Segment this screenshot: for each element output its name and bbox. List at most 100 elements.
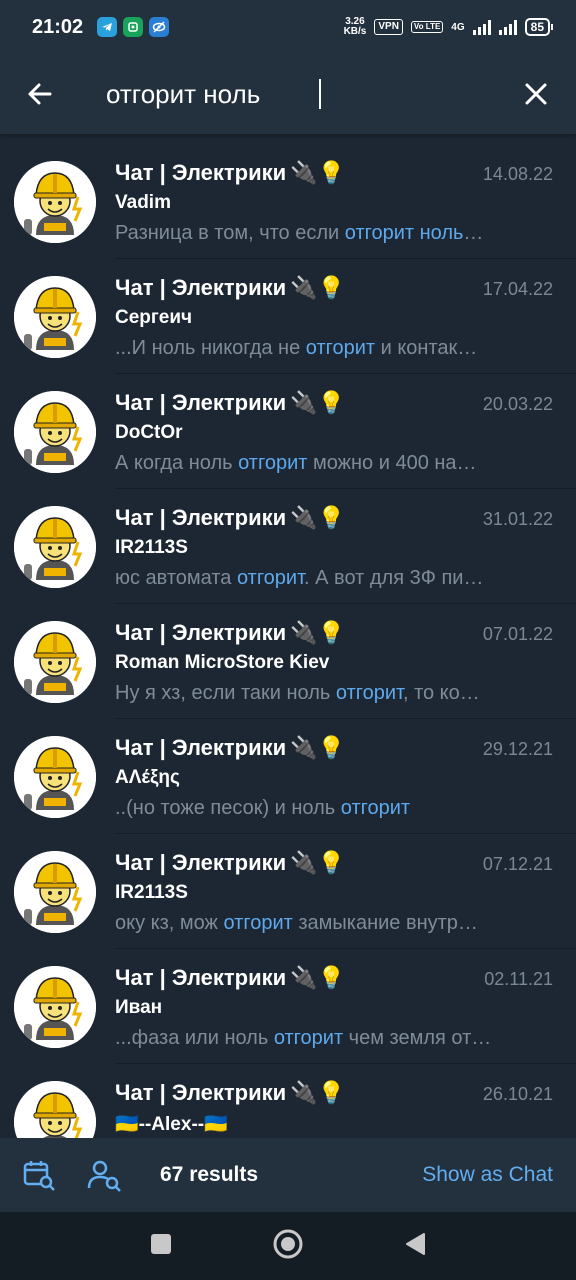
chat-title: Чат | Электрики 🔌💡 <box>115 620 345 646</box>
snippet-highlight: отгорит <box>305 337 376 359</box>
chat-avatar <box>14 621 96 703</box>
snippet-text-after: можно и 400 на… <box>307 452 477 474</box>
message-sender: Иван <box>115 997 163 1018</box>
message-sender: Vadim <box>115 192 171 213</box>
chat-emoji: 🔌💡 <box>290 275 345 300</box>
snippet-highlight: отгорит <box>340 797 411 819</box>
electrician-avatar-icon <box>14 161 96 243</box>
message-date: 20.03.22 <box>482 394 553 414</box>
message-date: 29.12.21 <box>482 739 553 759</box>
square-icon <box>151 1233 171 1254</box>
result-body: Чат | Электрики 🔌💡 26.10.21 🇺🇦--Alex--🇺🇦 <box>115 1064 576 1138</box>
snippet-text: ..(но тоже песок) и ноль <box>115 797 341 819</box>
telegram-icon <box>97 17 118 37</box>
chat-emoji: 🔌💡 <box>290 965 345 990</box>
result-body: Чат | Электрики 🔌💡 20.03.22 DoCtOr А когд… <box>115 374 576 489</box>
back-button[interactable] <box>0 54 80 134</box>
calendar-search-icon <box>23 1161 55 1191</box>
message-snippet: Ну я хз, если таки ноль отгорит, то ко… <box>115 682 535 705</box>
back-nav-button[interactable] <box>404 1232 426 1261</box>
recents-button[interactable] <box>150 1233 172 1260</box>
message-snippet: ..(но тоже песок) и ноль отгорит <box>115 797 535 820</box>
search-result-item[interactable]: Чат | Электрики 🔌💡 07.12.21 IR2113S оку к… <box>0 834 576 949</box>
search-result-item[interactable]: Чат | Электрики 🔌💡 26.10.21 🇺🇦--Alex--🇺🇦 <box>0 1064 576 1138</box>
chat-avatar <box>14 851 96 933</box>
chat-emoji: 🔌💡 <box>290 620 345 645</box>
electrician-avatar-icon <box>14 276 96 358</box>
result-body: Чат | Электрики 🔌💡 02.11.21 Иван ...фаза … <box>115 949 576 1064</box>
message-date: 07.12.21 <box>482 854 553 874</box>
search-result-item[interactable]: Чат | Электрики 🔌💡 20.03.22 DoCtOr А когд… <box>0 374 576 489</box>
search-header <box>0 54 576 134</box>
message-sender: DoCtOr <box>115 422 183 443</box>
speed-unit: KB/s <box>343 26 367 37</box>
snippet-text-after: и контак… <box>375 337 478 359</box>
search-result-item[interactable]: Чат | Электрики 🔌💡 14.08.22 Vadim Разница… <box>0 144 576 259</box>
snippet-highlight: отгорит <box>335 682 403 704</box>
chat-avatar <box>14 1081 96 1138</box>
snippet-text: ...И ноль никогда не <box>115 337 306 359</box>
result-body: Чат | Электрики 🔌💡 07.01.22 Roman MicroSt… <box>115 604 576 719</box>
search-result-item[interactable]: Чат | Электрики 🔌💡 02.11.21 Иван ...фаза … <box>0 949 576 1064</box>
search-results-list[interactable]: Чат | Электрики 🔌💡 14.08.22 Vadim Разница… <box>0 144 576 1138</box>
message-snippet: Разница в том, что если отгорит ноль… <box>115 222 535 245</box>
calendar-search-button[interactable] <box>20 1156 58 1194</box>
show-as-chat-button[interactable]: Show as Chat <box>422 1163 553 1187</box>
chat-avatar <box>14 736 96 818</box>
message-sender: Сергеич <box>115 307 193 328</box>
message-date: 17.04.22 <box>482 279 553 299</box>
status-bar: 21:02 3.26 KB/s VPN Vo LTE 4G 85 <box>0 0 576 54</box>
chat-title: Чат | Электрики 🔌💡 <box>115 275 345 301</box>
message-date: 14.08.22 <box>482 164 553 184</box>
message-snippet: ...фаза или ноль отгорит чем земля от… <box>115 1027 535 1050</box>
snippet-highlight: отгорит <box>273 1027 344 1049</box>
electrician-avatar-icon <box>14 391 96 473</box>
snippet-text-after: . А вот для 3Ф пи… <box>304 567 484 589</box>
search-input[interactable] <box>106 78 320 110</box>
chat-title: Чат | Электрики 🔌💡 <box>115 1080 345 1106</box>
chat-name: Чат | Электрики <box>115 505 287 530</box>
system-nav-bar <box>0 1212 576 1280</box>
snippet-text: А когда ноль <box>115 452 239 474</box>
electrician-avatar-icon <box>14 506 96 588</box>
chat-name: Чат | Электрики <box>115 275 287 300</box>
chat-emoji: 🔌💡 <box>290 735 345 760</box>
chat-name: Чат | Электрики <box>115 965 287 990</box>
circle-home-icon <box>273 1229 303 1258</box>
chat-emoji: 🔌💡 <box>290 390 345 415</box>
snippet-highlight: отгорит ноль <box>344 222 464 244</box>
user-search-button[interactable] <box>86 1156 124 1194</box>
search-result-item[interactable]: Чат | Электрики 🔌💡 07.01.22 Roman MicroSt… <box>0 604 576 719</box>
chat-title: Чат | Электрики 🔌💡 <box>115 965 345 991</box>
chat-emoji: 🔌💡 <box>290 505 345 530</box>
search-result-item[interactable]: Чат | Электрики 🔌💡 31.01.22 IR2113S юс ав… <box>0 489 576 604</box>
snippet-text: Разница в том, что если <box>115 222 345 244</box>
chat-title: Чат | Электрики 🔌💡 <box>115 735 345 761</box>
triangle-back-icon <box>406 1232 425 1255</box>
result-body: Чат | Электрики 🔌💡 17.04.22 Сергеич ...И … <box>115 259 576 374</box>
electrician-avatar-icon <box>14 851 96 933</box>
text-caret <box>319 79 321 109</box>
vpn-badge: VPN <box>374 19 403 35</box>
chat-name: Чат | Электрики <box>115 390 287 415</box>
signal-icon-2 <box>498 19 517 35</box>
clear-search-button[interactable] <box>496 54 576 134</box>
electrician-avatar-icon <box>14 736 96 818</box>
chat-name: Чат | Электрики <box>115 735 287 760</box>
snippet-text: оку кз, мож <box>115 912 224 934</box>
snippet-text-after: , то ко… <box>402 682 480 704</box>
chat-title: Чат | Электрики 🔌💡 <box>115 160 345 186</box>
search-result-item[interactable]: Чат | Электрики 🔌💡 17.04.22 Сергеич ...И … <box>0 259 576 374</box>
volte-badge: Vo LTE <box>410 21 444 33</box>
snippet-highlight: отгорит <box>223 912 293 934</box>
search-result-item[interactable]: Чат | Электрики 🔌💡 29.12.21 ΑΛέξης ..(но … <box>0 719 576 834</box>
chat-title: Чат | Электрики 🔌💡 <box>115 505 345 531</box>
chat-avatar <box>14 161 96 243</box>
snippet-text-after: … <box>463 222 484 244</box>
search-bottom-bar: 67 results Show as Chat <box>0 1138 576 1212</box>
message-date: 26.10.21 <box>482 1084 553 1104</box>
eye-slash-icon <box>149 17 170 37</box>
home-button[interactable] <box>272 1228 304 1265</box>
result-body: Чат | Электрики 🔌💡 14.08.22 Vadim Разница… <box>115 144 576 259</box>
message-snippet: ...И ноль никогда не отгорит и контак… <box>115 337 535 360</box>
